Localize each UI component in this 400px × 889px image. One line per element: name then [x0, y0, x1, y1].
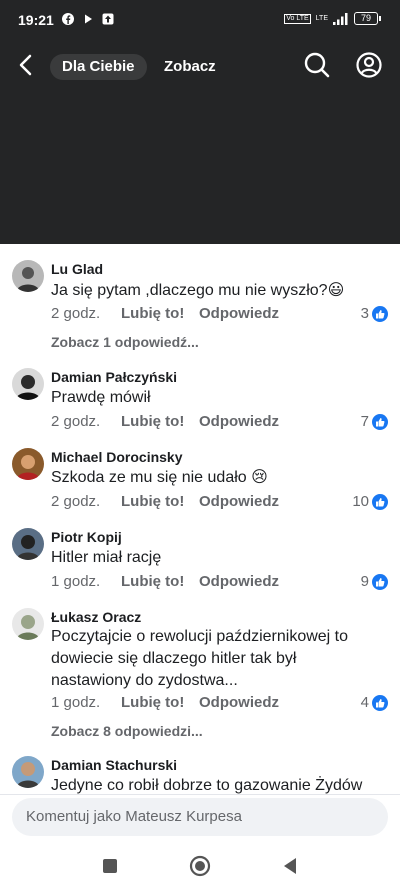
avatar[interactable] — [12, 608, 44, 640]
recents-icon[interactable] — [98, 854, 122, 878]
like-button[interactable]: Lubię to! — [121, 413, 199, 430]
like-button[interactable]: Lubię to! — [121, 573, 199, 590]
comment-time: 2 godz. — [51, 413, 101, 430]
comment-text: Jedyne co robił dobrze to gazowanie Żydó… — [51, 777, 363, 794]
like-button[interactable]: Lubię to! — [121, 694, 199, 711]
signal-icon — [333, 12, 348, 25]
reply-button[interactable]: Odpowiedz — [199, 493, 279, 510]
like-count[interactable]: 3 — [361, 305, 388, 322]
avatar[interactable] — [12, 448, 44, 480]
header: Dla Ciebie Zobacz — [0, 40, 400, 244]
comment-author[interactable]: Łukasz Oracz — [51, 609, 141, 625]
comment-actions: 1 godz. Lubię to! Odpowiedz — [51, 573, 279, 590]
like-count-value: 3 — [360, 305, 369, 322]
like-count-value: 9 — [360, 573, 369, 590]
search-icon[interactable] — [302, 50, 332, 80]
reply-button[interactable]: Odpowiedz — [199, 305, 279, 322]
comment-author[interactable]: Damian Stachurski — [51, 757, 177, 773]
see-replies-link[interactable]: Zobacz 8 odpowiedzi... — [51, 723, 203, 739]
like-button[interactable]: Lubię to! — [121, 305, 199, 322]
home-icon[interactable] — [188, 854, 212, 878]
comment-time: 1 godz. — [51, 694, 101, 711]
notification-icons — [62, 13, 114, 25]
tab-for-you[interactable]: Dla Ciebie — [50, 54, 147, 80]
avatar[interactable] — [12, 756, 44, 788]
status-bar: 19:21 Vo LTE LTE 79 — [0, 0, 400, 40]
comment-time: 2 godz. — [51, 493, 101, 510]
like-count-value: 10 — [352, 493, 369, 510]
reply-button[interactable]: Odpowiedz — [199, 694, 279, 711]
comment-author[interactable]: Michael Dorocinsky — [51, 449, 183, 465]
comment-actions: 2 godz. Lubię to! Odpowiedz — [51, 305, 279, 322]
thumbs-up-icon — [372, 694, 388, 711]
system-nav-bar — [0, 844, 400, 889]
comments-list[interactable]: Lu Glad Ja się pytam ,dlaczego mu nie wy… — [0, 244, 400, 794]
like-count[interactable]: 10 — [352, 493, 388, 510]
status-right: Vo LTE LTE 79 — [284, 12, 381, 25]
facebook-icon — [62, 13, 74, 25]
comment-actions: 2 godz. Lubię to! Odpowiedz — [51, 493, 279, 510]
comment-time: 1 godz. — [51, 573, 101, 590]
like-count[interactable]: 7 — [361, 413, 388, 430]
avatar[interactable] — [12, 528, 44, 560]
comment-actions: 1 godz. Lubię to! Odpowiedz — [51, 694, 279, 711]
comment-author[interactable]: Lu Glad — [51, 261, 103, 277]
reply-button[interactable]: Odpowiedz — [199, 413, 279, 430]
reply-button[interactable]: Odpowiedz — [199, 573, 279, 590]
thumbs-up-icon — [372, 413, 388, 430]
play-icon — [85, 14, 92, 24]
comment-author[interactable]: Piotr Kopij — [51, 529, 122, 545]
status-time: 19:21 — [18, 12, 54, 28]
comment-input[interactable]: Komentuj jako Mateusz Kurpesa — [12, 798, 388, 836]
network-label: LTE — [315, 14, 328, 22]
thumbs-up-icon — [372, 493, 388, 510]
like-button[interactable]: Lubię to! — [121, 493, 199, 510]
comment-text: Poczytajcie o rewolucji październikowej … — [51, 628, 349, 689]
thumbs-up-icon — [372, 305, 388, 322]
profile-icon[interactable] — [354, 50, 384, 80]
comment-text: Szkoda ze mu się nie udało 😢 — [51, 469, 268, 486]
comment-text: Prawdę mówił — [51, 389, 151, 406]
upload-icon — [102, 13, 114, 25]
see-replies-link[interactable]: Zobacz 1 odpowiedź... — [51, 334, 199, 350]
thumbs-up-icon — [372, 573, 388, 590]
comment-text: Ja się pytam ,dlaczego mu nie wyszło?😃 — [51, 282, 345, 299]
comment-actions: 2 godz. Lubię to! Odpowiedz — [51, 413, 279, 430]
battery-icon: 79 — [354, 12, 381, 25]
like-count-value: 7 — [360, 413, 369, 430]
comment-time: 2 godz. — [51, 305, 101, 322]
back-icon[interactable] — [278, 854, 302, 878]
comment-composer: Komentuj jako Mateusz Kurpesa — [0, 794, 400, 845]
avatar[interactable] — [12, 368, 44, 400]
volte-badge: Vo LTE — [284, 13, 311, 24]
like-count[interactable]: 4 — [361, 694, 388, 711]
like-count[interactable]: 9 — [361, 573, 388, 590]
like-count-value: 4 — [360, 694, 369, 711]
comment-author[interactable]: Damian Pałczyński — [51, 369, 177, 385]
tab-watch[interactable]: Zobacz — [152, 54, 228, 80]
avatar[interactable] — [12, 260, 44, 292]
back-arrow-icon[interactable] — [14, 52, 40, 78]
comment-text: Hitler miał rację — [51, 549, 162, 566]
